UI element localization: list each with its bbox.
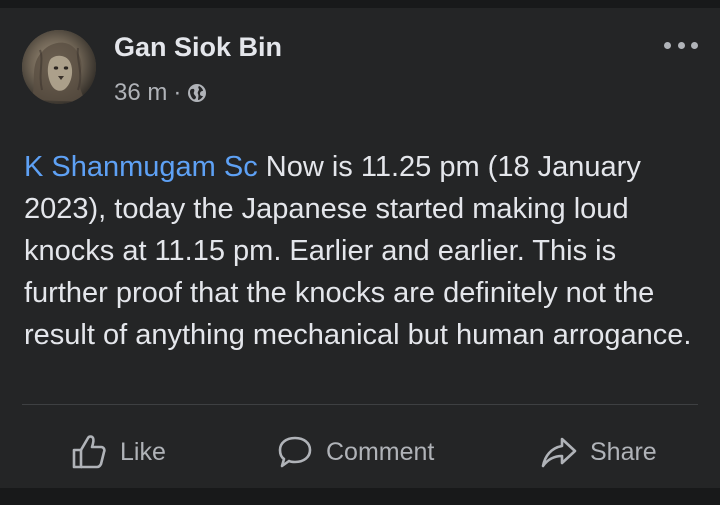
share-icon — [541, 437, 577, 468]
screen: Gan Siok Bin 36 m · K Shanmugam Sc Now i… — [0, 0, 720, 505]
comment-icon — [278, 436, 312, 468]
thumbs-up-icon — [72, 435, 106, 469]
avatar[interactable] — [22, 30, 96, 104]
like-button[interactable]: Like — [70, 422, 166, 482]
lion-avatar-image — [22, 30, 96, 104]
meta-separator: · — [173, 79, 182, 106]
more-dot — [677, 41, 685, 49]
post-card: Gan Siok Bin 36 m · K Shanmugam Sc Now i… — [0, 8, 720, 488]
more-dot — [691, 41, 698, 49]
author-name[interactable]: Gan Siok Bin — [114, 32, 282, 62]
mention-link[interactable]: K Shanmugam Sc — [24, 151, 258, 183]
share-button[interactable]: Share — [540, 422, 657, 482]
more-options-icon[interactable] — [664, 38, 698, 52]
action-bar: Like Comment Share — [0, 422, 720, 482]
post-meta: 36 m · — [114, 80, 207, 106]
comment-label: Comment — [326, 437, 435, 466]
comment-button[interactable]: Comment — [276, 422, 434, 482]
post-text: K Shanmugam Sc Now is 11.25 pm (18 Janua… — [24, 146, 694, 356]
more-dot — [664, 41, 671, 49]
post-timestamp[interactable]: 36 m — [114, 80, 167, 106]
like-label: Like — [120, 437, 166, 466]
divider — [22, 404, 698, 405]
share-label: Share — [590, 437, 657, 466]
globe-icon — [188, 84, 207, 102]
